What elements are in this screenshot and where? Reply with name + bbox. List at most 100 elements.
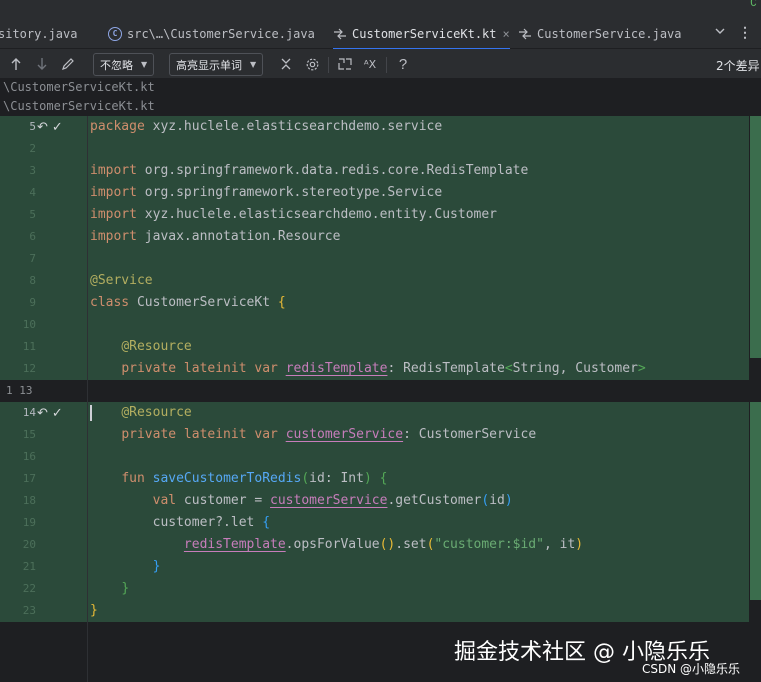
tab-customerservice-java[interactable]: CustomerService.java — [518, 18, 682, 49]
code-line[interactable]: 15 private lateinit var customerService:… — [0, 424, 761, 446]
diff-toolbar: 不忽略 ▼ 高亮显示单词 ▼ ᴬX ? 2个差异 — [0, 49, 761, 80]
code-text: @Resource — [121, 339, 192, 354]
code-line[interactable]: 3 import org.springframework.data.redis.c… — [0, 160, 761, 182]
diff-editor[interactable]: 5 ↶ ✓ package xyz.huclele.elasticsearchdemo… — [0, 116, 761, 682]
code-text: } — [90, 603, 98, 618]
code-text: package xyz.huclele.elasticsearchdemo.se… — [90, 119, 443, 134]
toolbar-separator — [328, 57, 329, 73]
tab-customerservicekt-kt[interactable]: CustomerServiceKt.kt × — [333, 18, 510, 50]
line-number: 12 — [22, 362, 36, 375]
window-top-strip: ∁ — [0, 0, 761, 18]
dropdown-value: 高亮显示单词 — [176, 58, 242, 72]
edit-pencil-icon[interactable] — [60, 56, 76, 72]
code-text: import xyz.huclele.elasticsearchdemo.ent… — [90, 207, 497, 222]
code-line[interactable]: 22 } — [0, 578, 761, 600]
line-number: 5 — [29, 120, 36, 133]
help-icon[interactable]: ? — [395, 56, 411, 73]
code-line[interactable]: 5 import xyz.huclele.elasticsearchdemo.en… — [0, 204, 761, 226]
code-line[interactable]: 21 } — [0, 556, 761, 578]
differences-count: 2个差异 — [716, 59, 760, 73]
code-line[interactable]: 7 — [0, 248, 761, 270]
code-text: private lateinit var customerService: Cu… — [121, 427, 537, 442]
line-number: 21 — [22, 560, 36, 573]
code-text: import org.springframework.data.redis.co… — [90, 163, 529, 178]
code-text: redisTemplate.opsForValue().set("custome… — [183, 537, 584, 552]
watermark-sub: CSDN @小隐乐乐 — [642, 662, 741, 676]
line-number: 17 — [22, 472, 36, 485]
close-icon[interactable]: × — [503, 27, 510, 41]
gear-icon[interactable] — [304, 56, 320, 72]
code-text: @Service — [90, 273, 153, 288]
code-line[interactable]: 19 customer?.let { — [0, 512, 761, 534]
code-line[interactable]: 23} — [0, 600, 761, 622]
code-line[interactable]: 5 ↶ ✓ package xyz.huclele.elasticsearchdemo… — [0, 116, 761, 138]
diff-icon — [333, 27, 347, 41]
next-difference-icon[interactable] — [34, 56, 50, 72]
tab-label: src\…\CustomerService.java — [127, 26, 315, 41]
code-line[interactable]: 6 import javax.annotation.Resource — [0, 226, 761, 248]
line-number: 1 13 — [6, 384, 33, 397]
tab-customerservice-java-path[interactable]: C src\…\CustomerService.java — [108, 18, 315, 49]
code-line[interactable]: 18 val customer = customerService.getCus… — [0, 490, 761, 512]
accept-check-icon[interactable]: ✓ — [52, 405, 63, 421]
line-number: 5 — [29, 208, 36, 221]
code-text: private lateinit var redisTemplate: Redi… — [121, 361, 646, 376]
line-number: 19 — [22, 516, 36, 529]
code-line[interactable]: 17 fun saveCustomerToRedis(id: Int) { — [0, 468, 761, 490]
dropdown-arrow-icon: ▼ — [250, 60, 257, 69]
file-path-row: \CustomerServiceKt.kt — [0, 78, 761, 97]
line-number: 23 — [22, 604, 36, 617]
code-line[interactable]: 16 — [0, 446, 761, 468]
code-line[interactable]: 11 @Resource — [0, 336, 761, 358]
line-number: 15 — [22, 428, 36, 441]
editor-tab-bar: sitory.java C src\…\CustomerService.java… — [0, 18, 761, 50]
tab-label: sitory.java — [0, 26, 78, 41]
code-line[interactable]: 10 — [0, 314, 761, 336]
code-text: fun saveCustomerToRedis(id: Int) { — [121, 471, 388, 486]
code-line[interactable]: 8 @Service — [0, 270, 761, 292]
highlight-words-dropdown[interactable]: 高亮显示单词 ▼ — [169, 53, 264, 76]
code-text: class CustomerServiceKt { — [90, 295, 286, 310]
diff-icon — [518, 27, 532, 41]
line-number: 20 — [22, 538, 36, 551]
revert-icon[interactable]: ↶ — [37, 119, 48, 135]
more-vertical-icon[interactable]: ⋮ — [738, 24, 752, 40]
code-text: customer?.let { — [90, 515, 271, 530]
code-text: val customer = customerService.getCustom… — [152, 493, 513, 508]
code-line[interactable]: 1 13 — [0, 380, 761, 402]
revert-icon[interactable]: ↶ — [37, 405, 48, 421]
ignore-case-icon[interactable]: ᴬX — [362, 56, 378, 72]
accept-check-icon[interactable]: ✓ — [52, 119, 63, 135]
code-text: } — [152, 559, 161, 574]
dropdown-arrow-icon: ▼ — [141, 60, 148, 69]
line-number: 11 — [22, 340, 36, 353]
ignore-whitespace-dropdown[interactable]: 不忽略 ▼ — [93, 53, 155, 76]
previous-difference-icon[interactable] — [8, 56, 24, 72]
dropdown-value: 不忽略 — [100, 58, 133, 72]
line-number: 10 — [22, 318, 36, 331]
code-line[interactable]: 4 import org.springframework.stereotype.S… — [0, 182, 761, 204]
chevron-down-icon[interactable] — [713, 25, 727, 39]
line-number: 2 — [29, 142, 36, 155]
collapse-unchanged-icon[interactable] — [278, 56, 294, 72]
revert-accept-icons[interactable]: ↶ ✓ — [37, 119, 63, 135]
code-text: } — [121, 581, 130, 596]
sync-scroll-icon[interactable] — [337, 56, 353, 72]
code-line[interactable]: 9 class CustomerServiceKt { — [0, 292, 761, 314]
file-path-row: \CustomerServiceKt.kt — [0, 97, 761, 116]
line-number: 18 — [22, 494, 36, 507]
corner-indicator: ∁ — [750, 0, 757, 9]
code-text: import org.springframework.stereotype.Se… — [90, 185, 443, 200]
line-number: 7 — [29, 252, 36, 265]
code-text: @Resource — [121, 405, 192, 420]
line-number: 8 — [29, 274, 36, 287]
revert-accept-icons[interactable]: ↶ ✓ — [37, 405, 63, 421]
tab-label: CustomerServiceKt.kt — [352, 26, 497, 41]
java-class-icon: C — [108, 26, 122, 41]
code-line[interactable]: 2 — [0, 138, 761, 160]
code-line[interactable]: 12 private lateinit var redisTemplate: R… — [0, 358, 761, 380]
tab-repository-java[interactable]: sitory.java — [0, 18, 77, 49]
code-line[interactable]: 14 ↶ ✓ @Resource — [0, 402, 761, 424]
toolbar-separator — [386, 57, 387, 73]
code-line[interactable]: 20 redisTemplate.opsForValue().set("cust… — [0, 534, 761, 556]
